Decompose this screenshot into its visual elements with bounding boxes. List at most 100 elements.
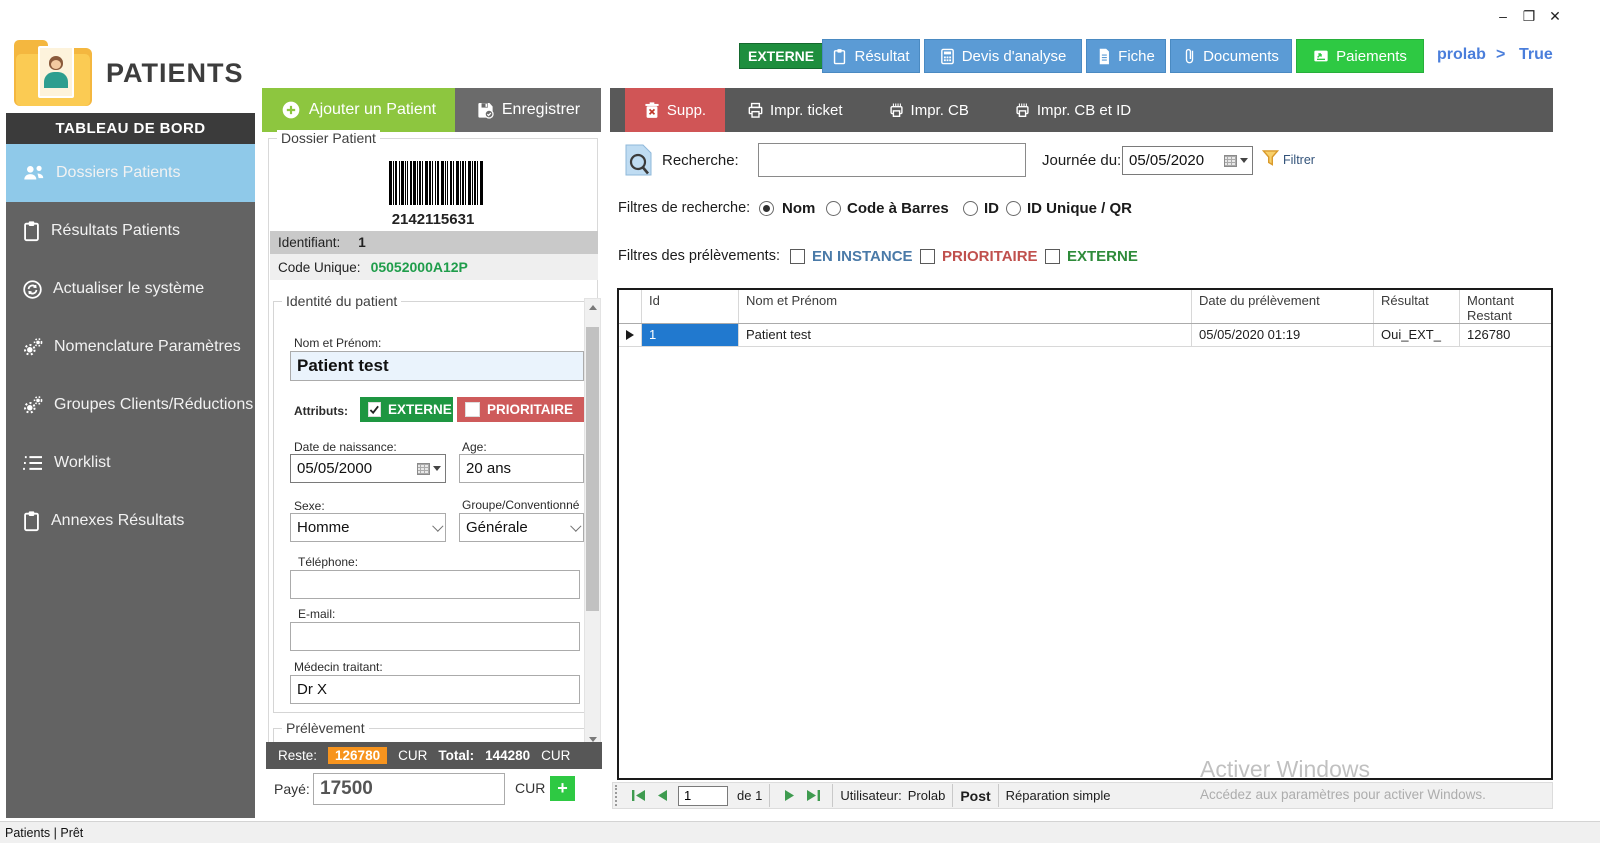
- first-page-icon[interactable]: [626, 784, 650, 807]
- sidebar-item-resultats-patients[interactable]: Résultats Patients: [6, 202, 255, 260]
- phone-label: Téléphone:: [298, 555, 359, 569]
- email-input[interactable]: [290, 622, 580, 651]
- code-unique-value: 05052000A12P: [370, 259, 468, 275]
- logged-user-label: prolab: [1437, 46, 1486, 63]
- minimize-button[interactable]: –: [1492, 6, 1514, 26]
- chevron-down-icon: [433, 466, 441, 471]
- paye-label: Payé:: [274, 781, 310, 797]
- next-page-icon[interactable]: [777, 784, 801, 807]
- last-page-icon[interactable]: [801, 784, 825, 807]
- restore-button[interactable]: ❐: [1518, 6, 1540, 26]
- calendar-icon[interactable]: [417, 462, 430, 475]
- column-header-id[interactable]: Id: [642, 290, 739, 323]
- prev-page-icon[interactable]: [650, 784, 674, 807]
- filter-funnel-icon[interactable]: [1262, 149, 1279, 167]
- cell-date[interactable]: 05/05/2020 01:19: [1192, 324, 1374, 346]
- prelev-filters-label: Filtres des prélèvements:: [618, 248, 780, 264]
- gears-icon: [22, 394, 44, 416]
- group-label: Groupe/Conventionné: [462, 498, 580, 512]
- checkbox-prioritaire-label[interactable]: PRIORITAIRE: [942, 248, 1038, 265]
- splitter-handle[interactable]: [615, 785, 620, 806]
- status-bar: Patients | Prêt: [0, 821, 1600, 843]
- save-button[interactable]: Enregistrer: [455, 88, 601, 132]
- radio-nom-label[interactable]: Nom: [782, 200, 815, 217]
- sex-select[interactable]: Homme: [290, 513, 446, 542]
- radio-nom[interactable]: [759, 201, 774, 216]
- add-patient-button[interactable]: Ajouter un Patient: [262, 88, 455, 132]
- results-toolbar: Supp. Impr. ticket Impr. CB Impr. CB et …: [610, 88, 1553, 132]
- checked-checkbox-icon: [368, 402, 381, 417]
- devis-analyse-button[interactable]: Devis d'analyse: [924, 39, 1082, 73]
- checkbox-prioritaire[interactable]: [920, 249, 935, 264]
- radio-code-barres[interactable]: [826, 201, 841, 216]
- identity-scrollbar[interactable]: [584, 298, 601, 748]
- phone-input[interactable]: [290, 570, 580, 599]
- unchecked-checkbox-icon: [465, 402, 480, 417]
- paiements-button[interactable]: Paiements: [1296, 39, 1424, 73]
- scroll-up-icon[interactable]: [585, 299, 600, 315]
- name-input[interactable]: [290, 351, 584, 381]
- fiche-button[interactable]: Fiche: [1086, 39, 1166, 73]
- row-marker-icon: [619, 324, 642, 346]
- externe-attribute-checkbox[interactable]: EXTERNE: [360, 397, 453, 422]
- cell-name[interactable]: Patient test: [739, 324, 1192, 346]
- paye-input[interactable]: [313, 773, 505, 805]
- checkbox-externe[interactable]: [1045, 249, 1060, 264]
- table-row[interactable]: 1 Patient test 05/05/2020 01:19 Oui_EXT_…: [619, 324, 1551, 347]
- checkbox-externe-label[interactable]: EXTERNE: [1067, 248, 1138, 265]
- column-header-nom[interactable]: Nom et Prénom: [739, 290, 1192, 323]
- column-header-date[interactable]: Date du prélèvement: [1192, 290, 1374, 323]
- dob-input[interactable]: 05/05/2000: [290, 454, 446, 483]
- barcode-value: 2142115631: [391, 211, 475, 228]
- cell-id[interactable]: 1: [642, 324, 739, 346]
- sidebar-item-worklist[interactable]: Worklist: [6, 434, 255, 492]
- column-header-resultat[interactable]: Résultat: [1374, 290, 1460, 323]
- prioritaire-attribute-checkbox[interactable]: PRIORITAIRE: [457, 397, 584, 422]
- cell-resultat[interactable]: Oui_EXT_: [1374, 324, 1460, 346]
- sidebar-item-annexes-resultats[interactable]: Annexes Résultats: [6, 492, 255, 550]
- sidebar-item-actualiser-systeme[interactable]: Actualiser le système: [6, 260, 255, 318]
- journee-date-input[interactable]: 05/05/2020: [1122, 146, 1253, 175]
- status-text: Patients | Prêt: [5, 825, 84, 840]
- add-payment-button[interactable]: +: [550, 776, 575, 801]
- post-label: Post: [960, 787, 991, 804]
- calculator-icon: [940, 48, 955, 65]
- resultat-button[interactable]: Résultat: [822, 39, 920, 73]
- chevron-down-icon: [432, 520, 444, 532]
- doctor-input[interactable]: [290, 675, 580, 704]
- filter-label[interactable]: Filtrer: [1283, 153, 1315, 167]
- radio-code-barres-label[interactable]: Code à Barres: [847, 200, 949, 217]
- page-number-input[interactable]: [678, 785, 728, 806]
- documents-button[interactable]: Documents: [1170, 39, 1292, 73]
- prelevement-legend: Prélèvement: [282, 720, 369, 736]
- identifiant-row: Identifiant: 1: [270, 231, 598, 254]
- clipboard-icon: [22, 510, 41, 532]
- checkbox-en-instance-label[interactable]: EN INSTANCE: [812, 248, 913, 265]
- print-cb-id-button[interactable]: Impr. CB et ID: [1014, 102, 1131, 119]
- checkbox-en-instance[interactable]: [790, 249, 805, 264]
- delete-button[interactable]: Supp.: [625, 88, 725, 132]
- group-select[interactable]: Générale: [459, 513, 584, 542]
- sidebar-item-nomenclature-parametres[interactable]: Nomenclature Paramètres: [6, 318, 255, 376]
- radio-id-label[interactable]: ID: [984, 200, 999, 217]
- age-input[interactable]: [459, 454, 584, 483]
- cell-montant[interactable]: 126780: [1460, 324, 1551, 346]
- journee-label: Journée du:: [1042, 152, 1122, 169]
- table-header: Id Nom et Prénom Date du prélèvement Rés…: [619, 290, 1551, 324]
- close-button[interactable]: ✕: [1544, 6, 1566, 26]
- session-state-label: True: [1519, 46, 1553, 63]
- radio-id-unique-qr[interactable]: [1006, 201, 1021, 216]
- refresh-icon: [22, 279, 43, 300]
- radio-id-unique-qr-label[interactable]: ID Unique / QR: [1027, 200, 1132, 217]
- print-ticket-button[interactable]: Impr. ticket: [747, 102, 843, 119]
- code-unique-row: Code Unique: 05052000A12P: [270, 254, 598, 280]
- scrollbar-thumb[interactable]: [586, 327, 599, 611]
- radio-id[interactable]: [963, 201, 978, 216]
- search-input[interactable]: [758, 143, 1026, 177]
- column-header-montant[interactable]: Montant Restant: [1460, 290, 1551, 323]
- sidebar-item-dossiers-patients[interactable]: Dossiers Patients: [6, 144, 255, 202]
- search-icon[interactable]: [625, 144, 652, 176]
- print-cb-button[interactable]: Impr. CB: [888, 102, 969, 119]
- calendar-icon[interactable]: [1224, 154, 1237, 167]
- sidebar-item-groupes-clients-reductions[interactable]: Groupes Clients/Réductions: [6, 376, 255, 434]
